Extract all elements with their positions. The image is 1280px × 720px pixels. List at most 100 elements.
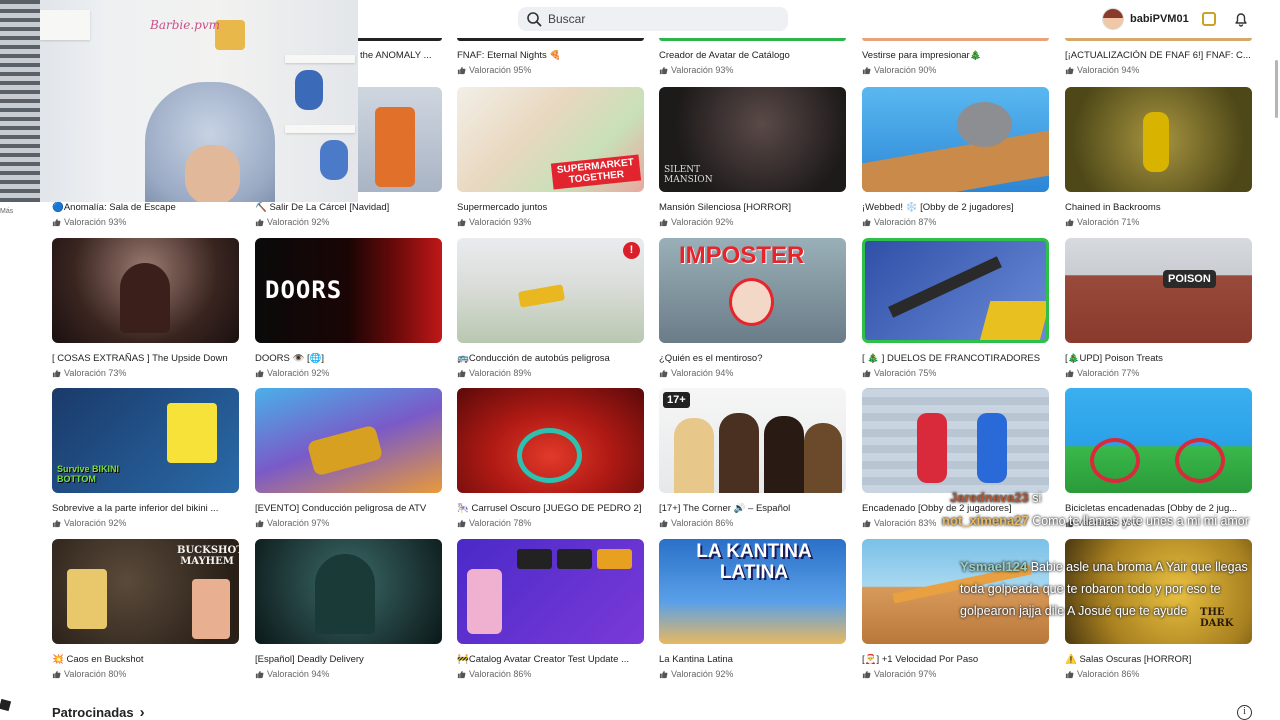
game-card-top-3[interactable]: Vestirse para impresionar🎄 Valoración 90… xyxy=(862,50,1049,76)
game-thumbnail[interactable] xyxy=(1065,87,1252,192)
more-label[interactable]: Más xyxy=(0,208,13,215)
chat-text: si xyxy=(1032,491,1042,505)
game-card[interactable]: ! 🚌Conducción de autobús peligrosa Valor… xyxy=(457,238,644,379)
thumbs-up-icon xyxy=(659,369,668,377)
game-card[interactable]: SILENT MANSION Mansión Silenciosa [HORRO… xyxy=(659,87,846,228)
thumbs-up-icon xyxy=(52,670,61,678)
game-rating: Valoración 92% xyxy=(52,517,239,529)
game-card[interactable]: POISON [🎄UPD] Poison Treats Valoración 7… xyxy=(1065,238,1252,379)
game-title: 🔵Anomalía: Sala de Escape xyxy=(52,202,176,213)
game-thumbnail[interactable]: SUPERMARKET TOGETHER xyxy=(457,87,644,192)
game-rating: Valoración 93% xyxy=(457,216,644,228)
game-rating: Valoración 87% xyxy=(862,216,1049,228)
sponsored-section-title[interactable]: Patrocinadas › xyxy=(52,704,145,720)
game-thumbnail[interactable] xyxy=(862,238,1049,343)
thumbs-up-icon xyxy=(1065,670,1074,678)
game-card-top-4[interactable]: [¡ACTUALIZACIÓN DE FNAF 6!] FNAF: C... V… xyxy=(1065,50,1252,76)
game-thumbnail[interactable]: DOORS xyxy=(255,238,442,343)
chat-username: not_ximena27 xyxy=(942,513,1029,528)
game-thumbnail[interactable]: IMPOSTER xyxy=(659,238,846,343)
game-card[interactable]: [EVENTO] Conducción peligrosa de ATV Val… xyxy=(255,388,442,529)
game-card[interactable]: [Español] Deadly Delivery Valoración 94% xyxy=(255,539,442,680)
game-title: ¡Webbed! ❄️ [Obby de 2 jugadores] xyxy=(862,202,1014,213)
game-thumbnail[interactable] xyxy=(862,87,1049,192)
game-card[interactable]: BUCKSHOT MAYHEM 💥 Caos en Buckshot Valor… xyxy=(52,539,239,680)
game-rating: Valoración 92% xyxy=(659,216,846,228)
game-thumbnail[interactable] xyxy=(457,539,644,644)
game-rating: Valoración 94% xyxy=(659,367,846,379)
game-card[interactable]: 🚧Catalog Avatar Creator Test Update ... … xyxy=(457,539,644,680)
game-title: [Español] Deadly Delivery xyxy=(255,654,364,665)
game-thumbnail[interactable]: LA KANTINA LATINA xyxy=(659,539,846,644)
game-card[interactable]: IMPOSTER ¿Quién es el mentiroso? Valorac… xyxy=(659,238,846,379)
search-input[interactable] xyxy=(548,12,778,26)
game-title: [ COSAS EXTRAÑAS ] The Upside Down xyxy=(52,353,228,364)
game-thumbnail[interactable] xyxy=(52,238,239,343)
thumbs-up-icon xyxy=(862,66,871,74)
game-title: Mansión Silenciosa [HORROR] xyxy=(659,202,791,213)
game-thumbnail[interactable] xyxy=(255,388,442,493)
search-icon xyxy=(527,12,542,27)
robux-icon[interactable] xyxy=(1202,12,1216,26)
webcam-face xyxy=(185,145,240,202)
game-thumbnail[interactable] xyxy=(255,539,442,644)
game-card-top-1-thumb[interactable] xyxy=(457,38,644,41)
game-rating: Valoración 80% xyxy=(52,668,239,680)
thumbs-up-icon xyxy=(659,670,668,678)
game-card-top-0[interactable]: the ANOMALY ... xyxy=(360,50,440,62)
scrollbar[interactable] xyxy=(1275,60,1278,118)
game-thumbnail[interactable]: 17+ xyxy=(659,388,846,493)
alert-badge: ! xyxy=(623,242,640,259)
game-title: Creador de Avatar de Catálogo xyxy=(659,50,790,61)
game-card[interactable]: 🎠 Carrusel Oscuro [JUEGO DE PEDRO 2] Val… xyxy=(457,388,644,529)
game-card[interactable]: LA KANTINA LATINA La Kantina Latina Valo… xyxy=(659,539,846,680)
game-rating: Valoración 75% xyxy=(862,367,1049,379)
game-thumbnail[interactable]: POISON xyxy=(1065,238,1252,343)
game-card[interactable]: Survive BIKINI BOTTOM Sobrevive a la par… xyxy=(52,388,239,529)
thumbs-up-icon xyxy=(1065,369,1074,377)
game-card-top-1[interactable]: FNAF: Eternal Nights 🍕 Valoración 95% xyxy=(457,50,644,76)
user-profile[interactable]: babiPVM01 xyxy=(1102,7,1189,31)
search-box[interactable] xyxy=(518,7,788,31)
chat-message: Ysmael124 Babie asle una broma A Yair qu… xyxy=(960,556,1270,622)
webcam-shelf xyxy=(285,125,355,133)
game-title: ¿Quién es el mentiroso? xyxy=(659,353,763,364)
game-card[interactable]: Chained in Backrooms Valoración 71% xyxy=(1065,87,1252,228)
game-title: 🚧Catalog Avatar Creator Test Update ... xyxy=(457,654,630,665)
thumbs-up-icon xyxy=(862,670,871,678)
avatar[interactable] xyxy=(1102,8,1124,30)
game-thumbnail[interactable] xyxy=(862,388,1049,493)
game-card[interactable]: [ 🎄 ] DUELOS DE FRANCOTIRADORES Valoraci… xyxy=(862,238,1049,379)
game-card[interactable]: SUPERMARKET TOGETHER Supermercado juntos… xyxy=(457,87,644,228)
username[interactable]: babiPVM01 xyxy=(1130,13,1189,25)
game-card-top-2[interactable]: Creador de Avatar de Catálogo Valoración… xyxy=(659,50,846,76)
info-icon[interactable]: i xyxy=(1237,705,1252,720)
game-card[interactable]: ¡Webbed! ❄️ [Obby de 2 jugadores] Valora… xyxy=(862,87,1049,228)
thumbs-up-icon xyxy=(1065,66,1074,74)
game-card[interactable]: DOORS DOORS 👁️ [🌐] Valoración 92% xyxy=(255,238,442,379)
game-card[interactable]: [ COSAS EXTRAÑAS ] The Upside Down Valor… xyxy=(52,238,239,379)
game-thumbnail[interactable]: SILENT MANSION xyxy=(659,87,846,192)
game-title: the ANOMALY ... xyxy=(360,50,432,61)
game-card[interactable]: 17+ [17+] The Corner 🔊 – Español Valorac… xyxy=(659,388,846,529)
game-thumbnail[interactable] xyxy=(457,388,644,493)
game-rating: Valoración 97% xyxy=(862,668,1049,680)
game-title: [ 🎄 ] DUELOS DE FRANCOTIRADORES xyxy=(862,353,1041,364)
game-card-top-2-thumb[interactable] xyxy=(659,38,846,41)
game-thumbnail[interactable] xyxy=(1065,388,1252,493)
roblox-logo-icon[interactable] xyxy=(0,698,12,712)
game-title: La Kantina Latina xyxy=(659,654,733,665)
game-title: DOORS 👁️ [🌐] xyxy=(255,353,325,364)
bell-icon[interactable] xyxy=(1233,11,1249,27)
thumbnail-label: POISON xyxy=(1163,270,1216,288)
game-thumbnail[interactable]: BUCKSHOT MAYHEM xyxy=(52,539,239,644)
game-thumbnail[interactable]: ! xyxy=(457,238,644,343)
game-card-top-4-thumb[interactable] xyxy=(1065,38,1252,41)
game-card-top-3-thumb[interactable] xyxy=(862,38,1049,41)
game-rating: Valoración 90% xyxy=(862,64,1049,76)
game-title: Chained in Backrooms xyxy=(1065,202,1161,213)
game-rating: Valoración 73% xyxy=(52,367,239,379)
game-thumbnail[interactable]: Survive BIKINI BOTTOM xyxy=(52,388,239,493)
game-rating: Valoración 92% xyxy=(255,216,442,228)
game-title: ⛏️ Salir De La Cárcel [Navidad] xyxy=(255,202,390,213)
